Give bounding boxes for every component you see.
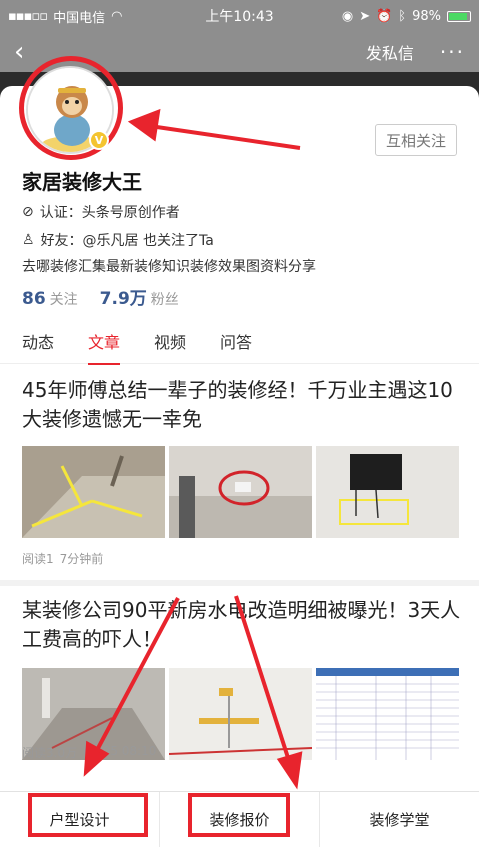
fans-count[interactable]: 7.9万 — [100, 284, 147, 309]
bio: 去哪装修汇集最新装修知识装修效果图资料分享 — [22, 259, 316, 275]
clock: 上午10:43 — [205, 9, 274, 25]
list-item[interactable]: 45年师傅总结一辈子的装修经！千万业主遇这10大装修遗憾无一幸免 阅读1 7分钟… — [0, 376, 479, 586]
article-meta: 阅读1 7分钟前 — [22, 550, 103, 567]
highlight-box — [28, 793, 148, 837]
list-item[interactable]: 某装修公司90平新房水电改造明细被曝光！3天人工费高的吓人！ 阅读3.0万 04… — [0, 596, 479, 792]
signal-icon: ▪▪▪▫▫ — [8, 8, 48, 24]
status-bar: ▪▪▪▫▫ 中国电信 ◠ 上午10:43 ◉ ➤ ⏰ ᛒ 98% — [0, 0, 479, 32]
alarm-icon: ⏰ — [376, 8, 393, 24]
read-count: 阅读1 — [22, 552, 54, 566]
nav-renovation-school[interactable]: 装修学堂 — [319, 791, 479, 847]
mutual-follow-button[interactable]: 互相关注 — [375, 124, 457, 156]
bluetooth-icon: ᛒ — [398, 8, 407, 24]
more-menu-button[interactable]: ··· — [440, 40, 465, 64]
publish-time: 04-05 08:10 — [83, 744, 157, 758]
send-message-button[interactable]: 发私信 — [366, 40, 414, 64]
check-circle-icon: ⊘ — [22, 204, 34, 220]
thumbnail-image[interactable] — [316, 446, 459, 538]
verification-text: 认证：头条号原创作者 — [39, 205, 180, 221]
verification-row: ⊘ 认证：头条号原创作者 — [22, 202, 180, 222]
following-count[interactable]: 86 — [22, 289, 46, 309]
tab-videos[interactable]: 视频 — [154, 318, 186, 364]
profile-card: V 互相关注 家居装修大王 ⊘ 认证：头条号原创作者 ♙ 好友：@乐凡居 也关注… — [0, 56, 479, 318]
friends-text: 好友：@乐凡居 也关注了Ta — [40, 233, 214, 249]
profile-stats: 86 关注 7.9万 粉丝 — [22, 284, 179, 309]
thumbnail-image[interactable] — [316, 668, 459, 760]
user-icon: ♙ — [22, 232, 35, 248]
publish-time: 7分钟前 — [59, 552, 104, 566]
nav-label: 装修学堂 — [369, 811, 430, 829]
carrier-label: 中国电信 — [53, 10, 106, 26]
chevron-left-icon[interactable]: ‹ — [14, 39, 44, 65]
thumbnail-image[interactable] — [169, 668, 312, 760]
battery-icon — [447, 10, 471, 22]
following-label[interactable]: 关注 — [50, 289, 78, 309]
rotation-lock-icon: ◉ — [341, 8, 354, 24]
profile-name: 家居装修大王 — [22, 170, 142, 194]
article-title[interactable]: 45年师傅总结一辈子的装修经！千万业主遇这10大装修遗憾无一幸免 — [22, 376, 463, 434]
fans-label[interactable]: 粉丝 — [151, 289, 179, 309]
content-tabs: 动态 文章 视频 问答 — [0, 318, 479, 365]
verified-badge: V — [89, 130, 109, 150]
highlight-box — [188, 793, 290, 837]
article-thumbnails — [22, 446, 459, 538]
article-title[interactable]: 某装修公司90平新房水电改造明细被曝光！3天人工费高的吓人！ — [22, 596, 463, 654]
tab-dynamics[interactable]: 动态 — [22, 318, 54, 364]
article-meta: 阅读3.0万 04-05 08:10 — [22, 744, 156, 761]
tab-qa[interactable]: 问答 — [220, 318, 252, 364]
tab-articles[interactable]: 文章 — [88, 318, 121, 365]
friends-row[interactable]: ♙ 好友：@乐凡居 也关注了Ta — [22, 230, 214, 250]
thumbnail-image[interactable] — [169, 446, 312, 538]
location-icon: ➤ — [359, 8, 371, 24]
wifi-icon: ◠ — [111, 8, 123, 24]
battery-percent: 98% — [412, 8, 441, 24]
read-count: 阅读3.0万 — [22, 746, 78, 760]
thumbnail-image[interactable] — [22, 446, 165, 538]
